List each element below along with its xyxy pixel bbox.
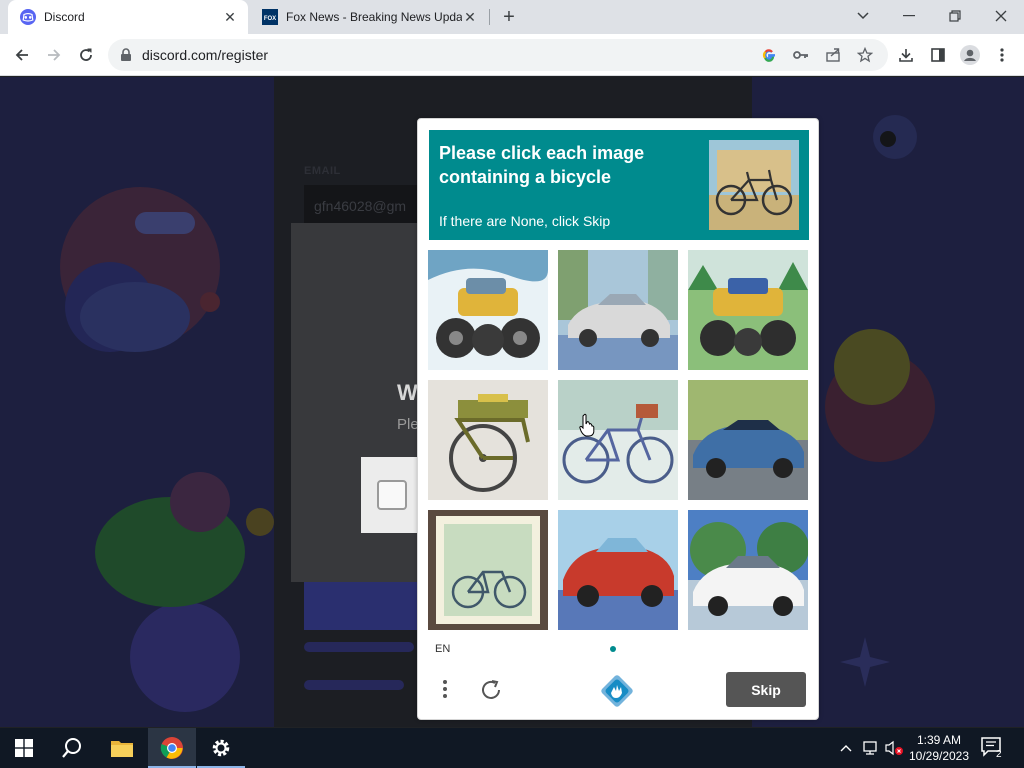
windows-start-icon[interactable]: [0, 728, 48, 768]
file-explorer-icon[interactable]: [98, 728, 146, 768]
language-selector[interactable]: EN: [435, 643, 450, 655]
close-window-icon[interactable]: [978, 0, 1024, 32]
hand-cursor-icon: [579, 413, 595, 437]
image-tile-7[interactable]: [428, 510, 548, 630]
captcha-prompt: Please click each image containing a bic…: [429, 130, 809, 240]
side-panel-icon[interactable]: [928, 45, 948, 65]
lock-icon[interactable]: [120, 48, 132, 67]
terms-text-line: [304, 642, 414, 652]
chrome-icon[interactable]: [148, 728, 196, 768]
reload-icon[interactable]: [72, 41, 100, 69]
menu-dots-icon[interactable]: [435, 676, 455, 702]
url-text[interactable]: discord.com/register: [142, 47, 268, 63]
kebab-menu-icon[interactable]: [992, 45, 1012, 65]
settings-gear-icon[interactable]: [197, 728, 245, 768]
tab-fox-news[interactable]: FOX Fox News - Breaking News Upda ✕: [250, 0, 488, 34]
search-icon[interactable]: [48, 728, 96, 768]
example-bicycle-image: [709, 140, 799, 230]
tab-discord[interactable]: Discord ✕: [8, 0, 248, 34]
notification-count: 2: [996, 749, 1002, 760]
fox-news-icon: FOX: [262, 9, 278, 25]
clock-time: 1:39 AM: [916, 733, 962, 747]
email-value: gfn46028@gm: [314, 198, 407, 214]
minimize-icon[interactable]: [886, 0, 932, 32]
prompt-title: Please click each image containing a bic…: [439, 143, 645, 187]
captcha-challenge: Please click each image containing a bic…: [417, 118, 819, 720]
tab-strip: Discord ✕ FOX Fox News - Breaking News U…: [0, 0, 1024, 34]
image-tile-2[interactable]: [558, 250, 678, 370]
discord-icon: [20, 9, 36, 25]
continue-button[interactable]: [304, 582, 424, 630]
refresh-icon[interactable]: [478, 677, 504, 703]
tab-title: Discord: [44, 10, 85, 24]
image-tile-9[interactable]: [688, 510, 808, 630]
page-indicator-dot: [610, 646, 616, 652]
image-tile-1[interactable]: [428, 250, 548, 370]
image-tile-5[interactable]: [558, 380, 678, 500]
back-icon[interactable]: [8, 41, 36, 69]
prompt-subtitle: If there are None, click Skip: [439, 213, 611, 229]
taskbar: 1:39 AM 10/29/2023: [0, 728, 1024, 768]
modal-subtext: Ple: [397, 416, 419, 433]
email-label: EMAIL: [304, 165, 341, 177]
image-tile-8[interactable]: [558, 510, 678, 630]
tab-separator: [489, 9, 490, 25]
close-icon[interactable]: ✕: [222, 9, 238, 25]
chevron-up-icon[interactable]: [836, 738, 856, 758]
clock-date: 10/29/2023: [908, 749, 970, 763]
profile-avatar-icon[interactable]: [960, 45, 980, 65]
close-icon[interactable]: ✕: [462, 9, 478, 25]
tab-search-icon[interactable]: [840, 0, 886, 32]
star-icon[interactable]: [856, 46, 874, 64]
forward-icon[interactable]: [40, 41, 68, 69]
key-icon[interactable]: [792, 46, 810, 64]
download-icon[interactable]: [896, 45, 916, 65]
image-tile-3[interactable]: [688, 250, 808, 370]
image-tile-4[interactable]: [428, 380, 548, 500]
system-clock[interactable]: 1:39 AM 10/29/2023: [904, 732, 974, 764]
modal-heading: W: [397, 380, 418, 405]
skip-button[interactable]: Skip: [726, 672, 806, 707]
browser-toolbar: discord.com/register: [0, 34, 1024, 76]
address-bar[interactable]: discord.com/register: [108, 39, 888, 71]
tab-title: Fox News - Breaking News Upda: [286, 10, 462, 24]
new-tab-button[interactable]: +: [498, 6, 520, 28]
share-icon[interactable]: [824, 46, 842, 64]
svg-text:FOX: FOX: [264, 16, 276, 22]
hcaptcha-logo-icon: [600, 674, 634, 708]
volume-muted-icon[interactable]: [884, 738, 904, 758]
login-link-line: [304, 680, 404, 690]
network-icon[interactable]: [860, 738, 880, 758]
captcha-checkbox[interactable]: [377, 480, 407, 510]
image-tile-6[interactable]: [688, 380, 808, 500]
restore-icon[interactable]: [932, 0, 978, 32]
notification-center-icon[interactable]: [980, 736, 1006, 760]
google-icon[interactable]: [760, 46, 778, 64]
